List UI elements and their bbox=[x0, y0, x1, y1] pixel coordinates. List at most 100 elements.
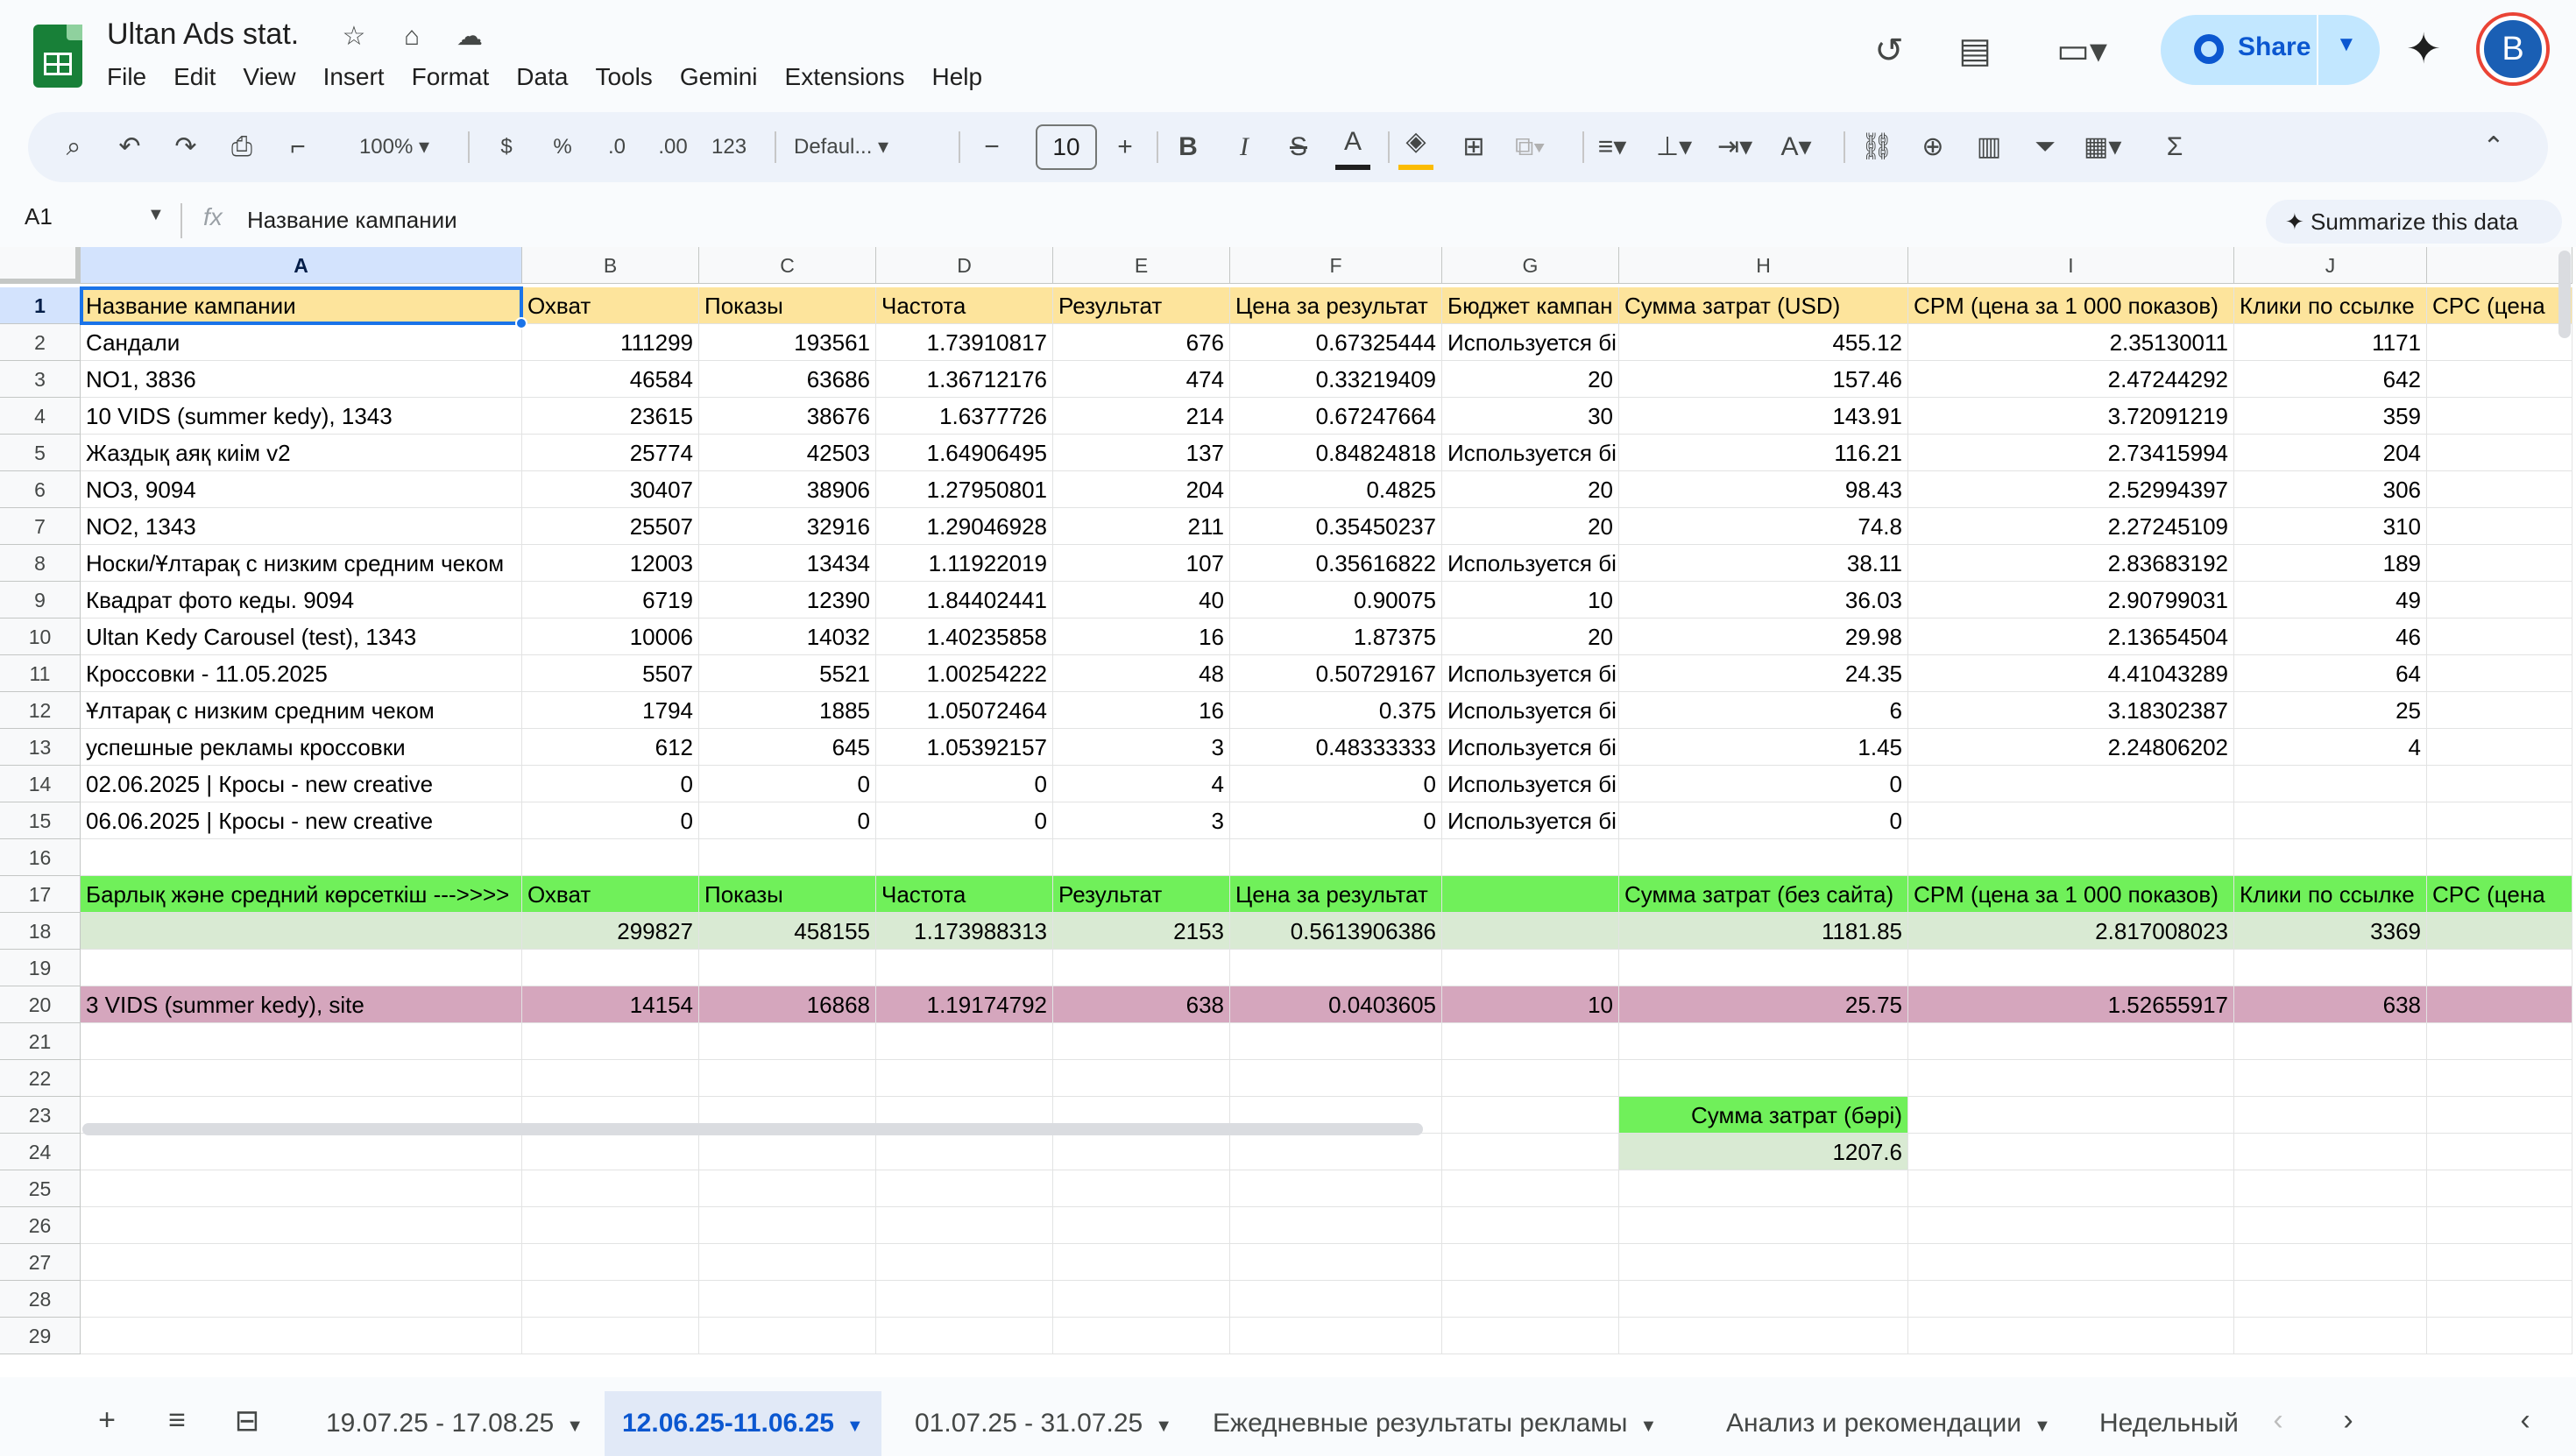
cell-e14[interactable]: 4 bbox=[1053, 766, 1230, 802]
cell-i27[interactable] bbox=[1908, 1244, 2234, 1281]
row-header[interactable]: 24 bbox=[0, 1134, 81, 1170]
cell-d19[interactable] bbox=[876, 950, 1053, 986]
cell-e5[interactable]: 137 bbox=[1053, 435, 1230, 471]
cell-e25[interactable] bbox=[1053, 1170, 1230, 1207]
text-wrapping-icon[interactable]: ⇥▾ bbox=[1717, 124, 1752, 170]
cell-b10[interactable]: 10006 bbox=[522, 618, 699, 655]
merge-cells-icon[interactable]: ⧉▾ bbox=[1512, 124, 1547, 170]
summarize-button[interactable]: ✦ Summarize this data bbox=[2266, 200, 2562, 244]
cell-a26[interactable] bbox=[81, 1207, 522, 1244]
sheet-tab[interactable]: 19.07.25 - 17.08.25 ▼ bbox=[308, 1391, 601, 1456]
cell-b28[interactable] bbox=[522, 1281, 699, 1318]
cell-f7[interactable]: 0.35450237 bbox=[1230, 508, 1442, 545]
cell-b20[interactable]: 14154 bbox=[522, 986, 699, 1023]
cell-k3[interactable] bbox=[2427, 361, 2572, 398]
cell-a12[interactable]: Ұлтарақ с низким средним чеком bbox=[81, 692, 522, 729]
cell-j18[interactable]: 3369 bbox=[2234, 913, 2427, 950]
cell-f12[interactable]: 0.375 bbox=[1230, 692, 1442, 729]
cell-f9[interactable]: 0.90075 bbox=[1230, 582, 1442, 618]
cell-k2[interactable] bbox=[2427, 324, 2572, 361]
meet-video-icon[interactable]: ▭▾ bbox=[2047, 26, 2117, 75]
cell-i9[interactable]: 2.90799031 bbox=[1908, 582, 2234, 618]
select-all-corner[interactable] bbox=[0, 247, 81, 284]
cell-i14[interactable] bbox=[1908, 766, 2234, 802]
cell-d13[interactable]: 1.05392157 bbox=[876, 729, 1053, 766]
cell-a9[interactable]: Квадрат фото кеды. 9094 bbox=[81, 582, 522, 618]
cell-b14[interactable]: 0 bbox=[522, 766, 699, 802]
cell-c4[interactable]: 38676 bbox=[699, 398, 876, 435]
cell-i25[interactable] bbox=[1908, 1170, 2234, 1207]
cell-b19[interactable] bbox=[522, 950, 699, 986]
cell-a22[interactable] bbox=[81, 1060, 522, 1097]
cell-k4[interactable] bbox=[2427, 398, 2572, 435]
cell-f8[interactable]: 0.35616822 bbox=[1230, 545, 1442, 582]
cell-i12[interactable]: 3.18302387 bbox=[1908, 692, 2234, 729]
cell-a29[interactable] bbox=[81, 1318, 522, 1354]
cell-h4[interactable]: 143.91 bbox=[1619, 398, 1908, 435]
cell-b17[interactable]: Охват bbox=[522, 876, 699, 913]
row-header[interactable]: 18 bbox=[0, 913, 81, 950]
cell-c28[interactable] bbox=[699, 1281, 876, 1318]
column-header-g[interactable]: G bbox=[1442, 247, 1619, 284]
cell-k20[interactable] bbox=[2427, 986, 2572, 1023]
row-header[interactable]: 9 bbox=[0, 582, 81, 618]
cell-k14[interactable] bbox=[2427, 766, 2572, 802]
sheet-tab[interactable]: Недельный bbox=[2082, 1391, 2252, 1456]
menu-edit[interactable]: Edit bbox=[173, 60, 229, 95]
cell-g26[interactable] bbox=[1442, 1207, 1619, 1244]
cell-k27[interactable] bbox=[2427, 1244, 2572, 1281]
bold-icon[interactable]: B bbox=[1171, 124, 1206, 170]
cell-g18[interactable] bbox=[1442, 913, 1619, 950]
cell-j11[interactable]: 64 bbox=[2234, 655, 2427, 692]
row-header[interactable]: 29 bbox=[0, 1318, 81, 1354]
cell-a8[interactable]: Носки/Ұлтарақ с низким средним чеком bbox=[81, 545, 522, 582]
menu-help[interactable]: Help bbox=[931, 60, 995, 95]
cell-g27[interactable] bbox=[1442, 1244, 1619, 1281]
cell-e6[interactable]: 204 bbox=[1053, 471, 1230, 508]
cell-j1[interactable]: Клики по ссылке bbox=[2234, 287, 2427, 324]
paint-format-icon[interactable]: ⌐ bbox=[280, 124, 315, 170]
cell-c27[interactable] bbox=[699, 1244, 876, 1281]
cell-g22[interactable] bbox=[1442, 1060, 1619, 1097]
sheet-tab[interactable]: 01.07.25 - 31.07.25 ▼ bbox=[897, 1391, 1190, 1456]
cell-i28[interactable] bbox=[1908, 1281, 2234, 1318]
cell-c7[interactable]: 32916 bbox=[699, 508, 876, 545]
cell-e11[interactable]: 48 bbox=[1053, 655, 1230, 692]
cell-a28[interactable] bbox=[81, 1281, 522, 1318]
cell-g13[interactable]: Используется бі bbox=[1442, 729, 1619, 766]
sheet-tab[interactable]: Анализ и рекомендации ▼ bbox=[1709, 1391, 2069, 1456]
cell-h28[interactable] bbox=[1619, 1281, 1908, 1318]
cell-d1[interactable]: Частота bbox=[876, 287, 1053, 324]
text-color-icon[interactable]: A bbox=[1335, 124, 1370, 170]
cell-d6[interactable]: 1.27950801 bbox=[876, 471, 1053, 508]
cell-i10[interactable]: 2.13654504 bbox=[1908, 618, 2234, 655]
cell-d28[interactable] bbox=[876, 1281, 1053, 1318]
cell-g21[interactable] bbox=[1442, 1023, 1619, 1060]
cell-f17[interactable]: Цена за результат bbox=[1230, 876, 1442, 913]
cell-d5[interactable]: 1.64906495 bbox=[876, 435, 1053, 471]
cell-j3[interactable]: 642 bbox=[2234, 361, 2427, 398]
horizontal-scrollbar[interactable] bbox=[82, 1123, 1423, 1135]
menu-format[interactable]: Format bbox=[412, 60, 503, 95]
cell-c22[interactable] bbox=[699, 1060, 876, 1097]
column-header-j[interactable]: J bbox=[2234, 247, 2427, 284]
sheet-tab-menu-icon[interactable]: ▼ bbox=[1639, 1417, 1657, 1436]
cell-h3[interactable]: 157.46 bbox=[1619, 361, 1908, 398]
cell-h8[interactable]: 38.11 bbox=[1619, 545, 1908, 582]
increase-font-size-icon[interactable]: + bbox=[1108, 124, 1143, 170]
cell-h15[interactable]: 0 bbox=[1619, 802, 1908, 839]
cell-a6[interactable]: NO3, 9094 bbox=[81, 471, 522, 508]
cell-c6[interactable]: 38906 bbox=[699, 471, 876, 508]
cell-b11[interactable]: 5507 bbox=[522, 655, 699, 692]
cell-f27[interactable] bbox=[1230, 1244, 1442, 1281]
cell-c24[interactable] bbox=[699, 1134, 876, 1170]
cell-g6[interactable]: 20 bbox=[1442, 471, 1619, 508]
row-header[interactable]: 27 bbox=[0, 1244, 81, 1281]
cell-i6[interactable]: 2.52994397 bbox=[1908, 471, 2234, 508]
cell-a15[interactable]: 06.06.2025 | Кросы - new creative bbox=[81, 802, 522, 839]
cell-j14[interactable] bbox=[2234, 766, 2427, 802]
cell-h14[interactable]: 0 bbox=[1619, 766, 1908, 802]
cell-b1[interactable]: Охват bbox=[522, 287, 699, 324]
cell-e15[interactable]: 3 bbox=[1053, 802, 1230, 839]
cell-c21[interactable] bbox=[699, 1023, 876, 1060]
